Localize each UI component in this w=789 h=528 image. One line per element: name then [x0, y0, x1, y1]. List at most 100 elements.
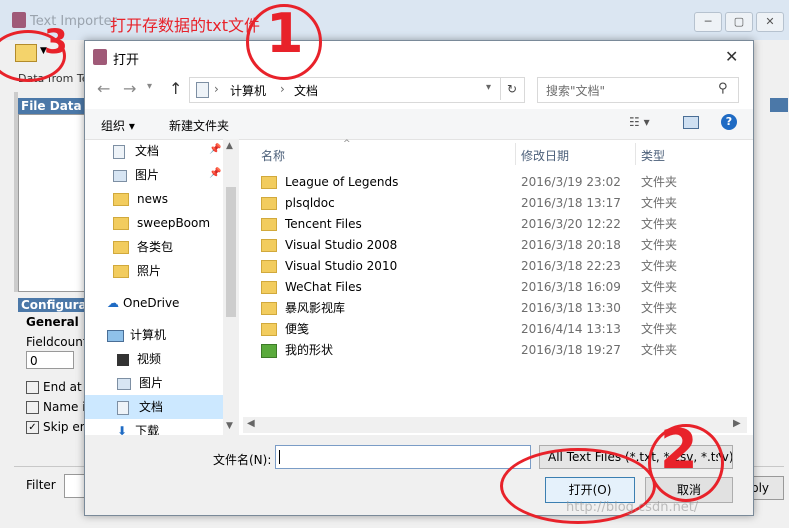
- nav-item-videos[interactable]: 视频: [117, 347, 161, 371]
- nav-item-photos[interactable]: 照片: [113, 259, 161, 283]
- nav-item-news[interactable]: news: [113, 187, 168, 211]
- nav-item-label: 视频: [137, 352, 162, 366]
- scroll-down-icon[interactable]: ▼: [226, 421, 233, 431]
- file-row[interactable]: Visual Studio 2010 2016/3/18 22:23 文件夹: [261, 256, 721, 277]
- scroll-thumb[interactable]: [226, 187, 236, 317]
- path-separator: ›: [214, 82, 219, 96]
- file-date: 2016/3/18 13:17: [521, 196, 621, 210]
- file-date: 2016/3/18 19:27: [521, 343, 621, 357]
- path-separator: ›: [280, 82, 285, 96]
- column-divider[interactable]: [635, 143, 636, 165]
- annotation-number-2: 2: [660, 418, 698, 481]
- file-date: 2016/3/18 13:30: [521, 301, 621, 315]
- refresh-icon[interactable]: ↻: [500, 78, 523, 100]
- folder-icon: [261, 218, 277, 231]
- scroll-left-icon[interactable]: ◀: [247, 418, 255, 429]
- annotation-number-1: 1: [266, 2, 304, 65]
- shapes-folder-icon: [261, 343, 277, 358]
- file-name: WeChat Files: [285, 280, 362, 294]
- dialog-app-icon: [93, 49, 107, 65]
- nav-item-computer[interactable]: 计算机: [107, 323, 166, 347]
- nav-item-packages[interactable]: 各类包: [113, 235, 173, 259]
- dialog-close-icon[interactable]: ✕: [725, 47, 738, 66]
- search-box[interactable]: 搜索"文档" ⚲: [537, 77, 739, 103]
- file-row[interactable]: 暴风影视库 2016/3/18 13:30 文件夹: [261, 298, 721, 319]
- path-segment[interactable]: 计算机: [230, 82, 266, 99]
- file-date: 2016/3/18 22:23: [521, 259, 621, 273]
- pictures-icon: [113, 169, 127, 182]
- maximize-button[interactable]: ▢: [725, 12, 753, 32]
- file-row[interactable]: plsqldoc 2016/3/18 13:17 文件夹: [261, 193, 721, 214]
- file-name: 暴风影视库: [285, 301, 346, 315]
- file-name: 便笺: [285, 322, 310, 336]
- pin-icon[interactable]: 📌: [209, 144, 221, 155]
- address-bar[interactable]: › 计算机 › 文档 ▾ ↻: [189, 77, 525, 103]
- folder-icon: [261, 302, 277, 315]
- address-dropdown-icon[interactable]: ▾: [486, 82, 491, 93]
- file-row[interactable]: 便笺 2016/4/14 13:13 文件夹: [261, 319, 721, 340]
- video-icon: [117, 353, 129, 366]
- back-arrow-icon[interactable]: ←: [97, 79, 110, 98]
- file-row[interactable]: Tencent Files 2016/3/20 12:22 文件夹: [261, 214, 721, 235]
- file-name: Tencent Files: [285, 217, 362, 231]
- minimize-button[interactable]: ─: [694, 12, 722, 32]
- view-options-icon[interactable]: ☷ ▾: [629, 115, 650, 129]
- folder-icon: [261, 239, 277, 252]
- column-name[interactable]: 名称: [261, 147, 285, 164]
- filename-input[interactable]: [275, 445, 531, 469]
- file-row[interactable]: Visual Studio 2008 2016/3/18 20:18 文件夹: [261, 235, 721, 256]
- nav-item-onedrive[interactable]: ☁ OneDrive: [107, 291, 179, 315]
- nav-item-downloads[interactable]: ⬇ 下载: [117, 419, 159, 435]
- scroll-right-icon[interactable]: ▶: [733, 418, 741, 429]
- file-data-header: File Data: [18, 98, 87, 114]
- nav-item-sweepboom[interactable]: sweepBoom: [113, 211, 210, 235]
- pin-icon[interactable]: 📌: [209, 168, 221, 179]
- file-name: League of Legends: [285, 175, 399, 189]
- file-date: 2016/4/14 13:13: [521, 322, 621, 336]
- left-border: [14, 92, 18, 292]
- file-row[interactable]: 我的形状 2016/3/18 19:27 文件夹: [261, 340, 721, 361]
- folder-icon: [261, 281, 277, 294]
- path-segment[interactable]: 文档: [294, 82, 318, 99]
- configuration-header: Configurati: [18, 298, 97, 312]
- close-button[interactable]: ✕: [756, 12, 784, 32]
- general-label: General: [26, 315, 79, 329]
- recent-chevron-icon[interactable]: ▾: [147, 81, 152, 92]
- fieldcount-input[interactable]: 0: [26, 351, 74, 369]
- cloud-icon: ☁: [107, 296, 119, 310]
- column-divider[interactable]: [515, 143, 516, 165]
- document-icon: [113, 144, 125, 159]
- forward-arrow-icon[interactable]: →: [123, 79, 136, 98]
- file-date: 2016/3/20 12:22: [521, 217, 621, 231]
- file-type: 文件夹: [641, 196, 678, 210]
- nav-scrollbar[interactable]: ▲ ▼: [223, 139, 239, 435]
- nav-item-documents-2[interactable]: 文档: [117, 395, 163, 419]
- file-type: 文件夹: [641, 280, 678, 294]
- help-icon[interactable]: ?: [721, 114, 737, 130]
- nav-item-label: 文档: [135, 144, 160, 158]
- file-row[interactable]: WeChat Files 2016/3/18 16:09 文件夹: [261, 277, 721, 298]
- file-row[interactable]: League of Legends 2016/3/19 23:02 文件夹: [261, 172, 721, 193]
- nav-item-label: 文档: [139, 400, 164, 414]
- column-type[interactable]: 类型: [641, 147, 665, 164]
- document-icon: [117, 400, 129, 415]
- organize-button[interactable]: 组织 ▾: [101, 117, 135, 134]
- up-arrow-icon[interactable]: ↑: [169, 79, 182, 98]
- file-name: Visual Studio 2010: [285, 259, 398, 273]
- folder-icon: [261, 197, 277, 210]
- scroll-up-icon[interactable]: ▲: [226, 141, 233, 151]
- search-placeholder: 搜索"文档": [546, 84, 606, 98]
- new-folder-button[interactable]: 新建文件夹: [169, 117, 229, 134]
- pictures-icon: [117, 377, 131, 390]
- file-date: 2016/3/19 23:02: [521, 175, 621, 189]
- file-type: 文件夹: [641, 217, 678, 231]
- folder-icon: [113, 193, 129, 206]
- folder-icon: [261, 176, 277, 189]
- search-icon[interactable]: ⚲: [718, 81, 728, 96]
- preview-pane-icon[interactable]: [683, 116, 699, 129]
- column-date[interactable]: 修改日期: [521, 147, 569, 164]
- nav-item-pictures-2[interactable]: 图片: [117, 371, 163, 395]
- command-bar: 组织 ▾ 新建文件夹 ☷ ▾ ?: [85, 109, 753, 140]
- nav-item-label: 计算机: [130, 328, 167, 342]
- watermark: http://blog.csdn.net/: [566, 500, 699, 515]
